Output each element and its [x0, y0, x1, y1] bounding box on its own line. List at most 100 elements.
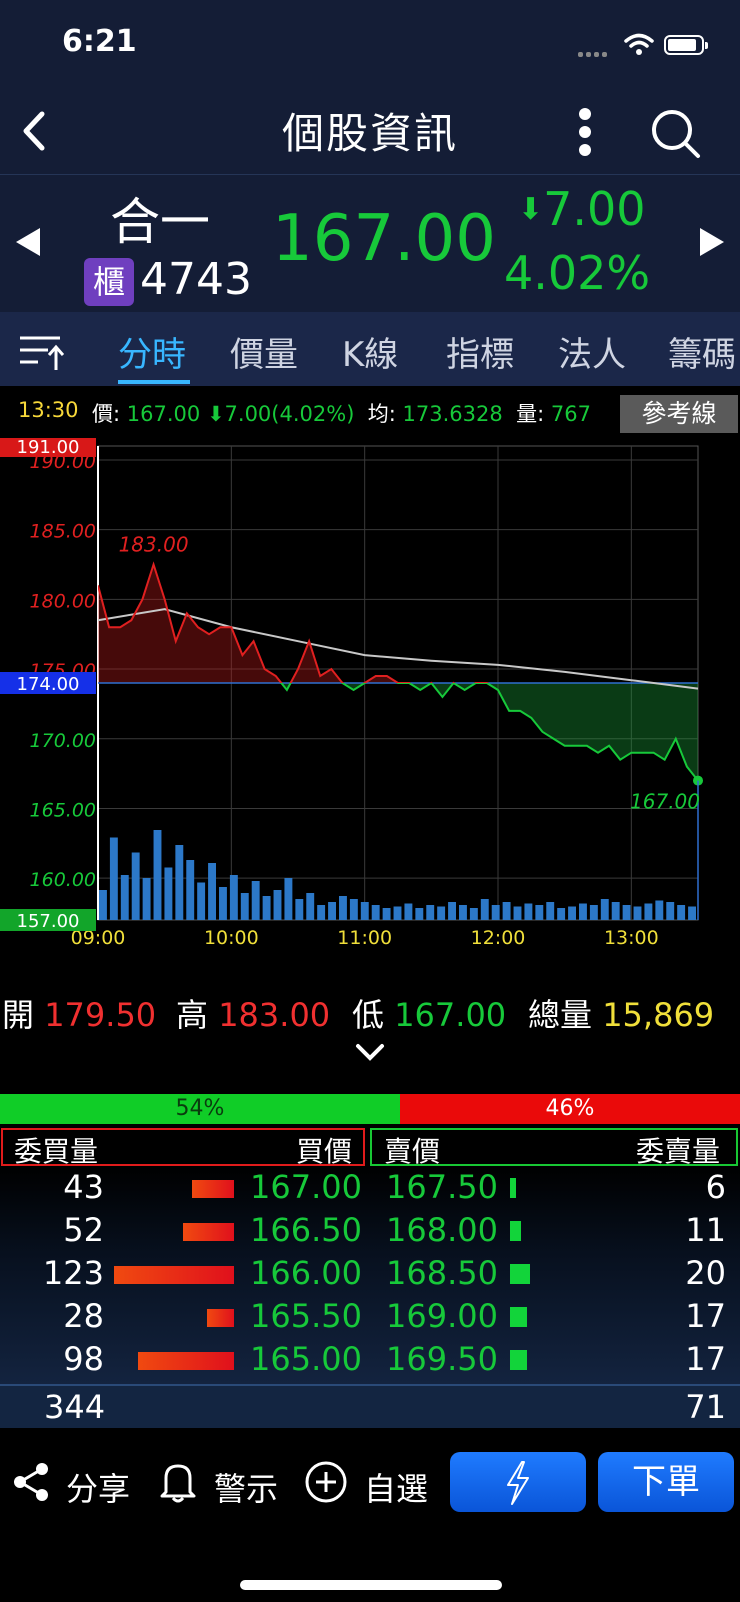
tab-indicators[interactable]: 指標 — [446, 327, 514, 376]
y-tick-label: 185.00 — [30, 521, 96, 543]
price-change: ⬇7.00 — [518, 182, 646, 236]
price-label: 價: — [92, 402, 121, 426]
order-book-row[interactable]: 28 165.50 169.00 17 — [0, 1297, 740, 1340]
volume-bar — [579, 903, 587, 920]
x-tick-label: 11:00 — [337, 927, 392, 949]
low-label: 低 — [352, 996, 385, 1034]
volume-stat: 總量 15,869 — [528, 990, 714, 1036]
volume-bar — [393, 906, 402, 920]
ask-qty-bar — [510, 1178, 516, 1198]
ask-qty-bar — [510, 1307, 527, 1327]
y-axis-labels: 190.00185.00180.00175.00170.00165.00160.… — [30, 451, 96, 891]
tab-kline[interactable]: K線 — [342, 327, 398, 376]
bell-icon[interactable] — [158, 1460, 198, 1504]
volume-bar — [306, 893, 315, 920]
volume-value: 15,869 — [602, 996, 715, 1034]
bid-price: 165.00 — [250, 1340, 362, 1378]
more-button[interactable] — [570, 104, 600, 160]
tab-chips[interactable]: 籌碼 — [668, 327, 736, 376]
volume-bar — [524, 903, 533, 920]
ask-qty-bar — [510, 1221, 521, 1241]
volume-bar — [589, 905, 598, 920]
volume-bar — [153, 830, 162, 920]
order-book-row[interactable]: 98 165.00 169.50 17 — [0, 1340, 740, 1383]
total-bid-qty: 344 — [44, 1388, 106, 1426]
alert-button[interactable]: 警示 — [214, 1464, 278, 1510]
y-tick-label: 170.00 — [30, 730, 96, 752]
volume-bar — [360, 902, 369, 920]
x-tick-label: 10:00 — [204, 927, 259, 949]
volume-bar — [535, 905, 544, 920]
tab-intraday[interactable]: 分時 — [118, 327, 186, 376]
plus-circle-icon[interactable] — [304, 1460, 348, 1504]
open-value: 179.50 — [44, 996, 157, 1034]
home-indicator — [240, 1580, 502, 1590]
ask-price: 168.00 — [386, 1211, 498, 1249]
volume-bar — [186, 860, 195, 920]
ask-qty: 20 — [685, 1254, 726, 1292]
volume-bar — [677, 905, 686, 920]
tab-price-volume[interactable]: 價量 — [230, 327, 298, 376]
quick-order-button[interactable] — [450, 1452, 586, 1512]
status-time: 6:21 — [62, 24, 137, 59]
watchlist-button[interactable]: 自選 — [364, 1464, 428, 1510]
wifi-icon — [624, 33, 654, 55]
limit-down-value: 157.00 — [17, 911, 80, 932]
bid-price: 165.50 — [250, 1297, 362, 1335]
bid-qty-bar — [138, 1352, 234, 1370]
x-axis-labels: 09:00 10:00 11:00 12:00 13:00 — [71, 927, 659, 949]
intraday-chart[interactable]: 190.00185.00180.00175.00170.00165.00160.… — [0, 438, 740, 968]
volume-bar — [546, 902, 555, 920]
ask-price: 167.50 — [386, 1168, 498, 1206]
tab-institutional[interactable]: 法人 — [558, 327, 626, 376]
order-book-row[interactable]: 123 166.00 168.50 20 — [0, 1254, 740, 1297]
volume-bar — [317, 905, 326, 920]
x-tick-label: 13:00 — [604, 927, 659, 949]
order-book-row[interactable]: 43 167.00 167.50 6 — [0, 1168, 740, 1211]
high-stat: 高 183.00 — [176, 990, 330, 1036]
bid-qty: 123 — [42, 1254, 104, 1292]
ask-qty: 6 — [705, 1168, 726, 1206]
down-arrow-icon: ⬇ — [518, 192, 544, 227]
ask-qty: 17 — [685, 1297, 726, 1335]
bid-qty-bar — [114, 1266, 234, 1284]
sell-ratio-bar: 46% — [400, 1094, 740, 1124]
ask-qty: 11 — [685, 1211, 726, 1249]
sort-icon[interactable] — [18, 332, 64, 372]
volume-bar — [131, 852, 140, 920]
ask-price-header: 賣價 — [384, 1135, 441, 1168]
price-badges: 191.00 174.00 157.00 — [0, 438, 96, 932]
limit-up-value: 191.00 — [17, 438, 80, 458]
ask-qty-bar — [510, 1264, 530, 1284]
chevron-down-icon[interactable] — [354, 1042, 386, 1064]
previous-stock-button[interactable] — [16, 228, 40, 256]
volume-bar — [611, 902, 620, 920]
volume-bar — [120, 875, 129, 920]
volume-bar — [349, 899, 358, 920]
volume-bar — [382, 908, 391, 920]
bid-price: 167.00 — [250, 1168, 362, 1206]
volume-bar — [240, 893, 249, 920]
reference-line-button[interactable]: 參考線 — [620, 395, 738, 433]
share-button[interactable]: 分享 — [66, 1464, 130, 1510]
change-value: 7.00 — [543, 182, 646, 236]
volume-bar — [164, 867, 173, 920]
volume-bar — [404, 903, 413, 920]
x-tick-label: 12:00 — [471, 927, 526, 949]
high-label: 高 — [176, 996, 209, 1034]
info-time: 13:30 — [18, 398, 79, 422]
next-stock-button[interactable] — [700, 228, 724, 256]
stock-name: 合一 — [110, 193, 210, 251]
volume-bar — [437, 906, 446, 920]
volume-bar — [295, 899, 304, 920]
open-label: 開 — [2, 996, 35, 1034]
stock-code: 4743 — [140, 254, 252, 305]
share-icon[interactable] — [12, 1462, 50, 1502]
order-book-row[interactable]: 52 166.50 168.00 11 — [0, 1211, 740, 1254]
search-button[interactable] — [648, 106, 704, 162]
volume-bar — [480, 899, 489, 920]
price-fill — [98, 564, 698, 781]
order-button[interactable]: 下單 — [598, 1452, 734, 1512]
order-book-totals — [0, 1384, 740, 1430]
high-price-label: 183.00 — [119, 533, 189, 557]
